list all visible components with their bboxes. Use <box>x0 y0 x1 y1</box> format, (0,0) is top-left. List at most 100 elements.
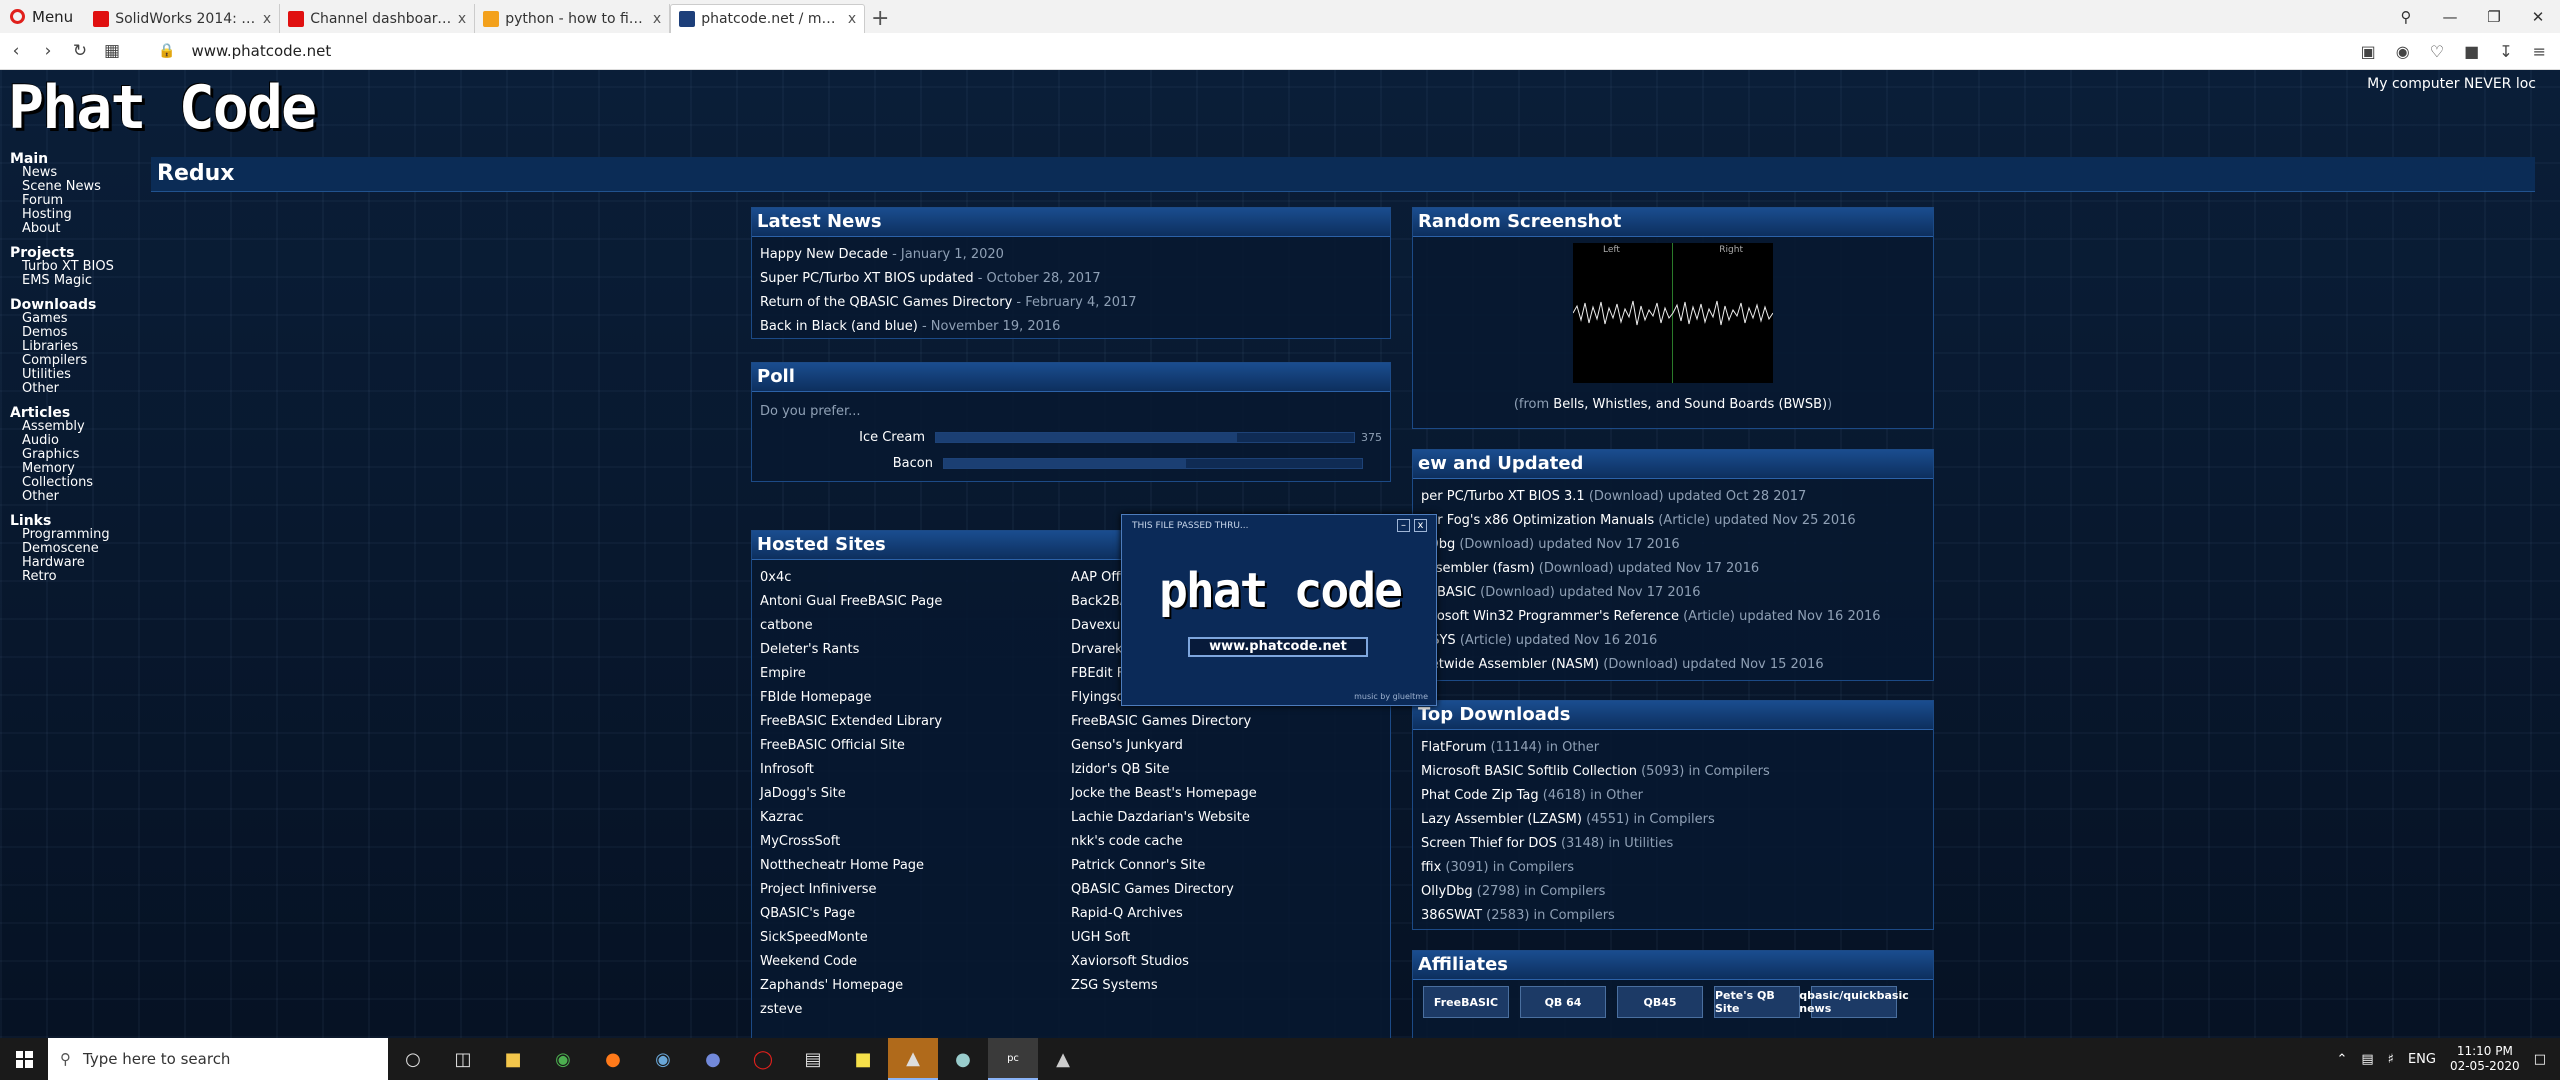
nav-link[interactable]: Memory <box>10 462 114 476</box>
nav-section-title[interactable]: Projects <box>10 246 114 260</box>
hosted-site-link[interactable]: ZSG Systems <box>1071 974 1382 998</box>
screenshot-source-link[interactable]: Bells, Whistles, and Sound Boards (BWSB) <box>1553 397 1827 412</box>
nav-link[interactable]: Assembly <box>10 420 114 434</box>
clock[interactable]: 11:10 PM 02-05-2020 <box>2450 1044 2520 1074</box>
news-headline[interactable]: Super PC/Turbo XT BIOS updated <box>760 271 974 286</box>
search-icon[interactable]: ⚲ <box>2384 0 2428 33</box>
tab-close-icon[interactable]: x <box>848 11 856 27</box>
vlc-icon[interactable]: ▲ <box>1038 1038 1088 1080</box>
nav-link[interactable]: Libraries <box>10 340 114 354</box>
poll-option[interactable]: Ice Cream 375 <box>760 424 1382 450</box>
hosted-site-link[interactable]: catbone <box>760 614 1071 638</box>
nav-link[interactable]: Retro <box>10 570 114 584</box>
tab-channel-dashboard[interactable]: Channel dashboard - YouTube x <box>280 4 476 33</box>
tab-close-icon[interactable]: x <box>458 11 466 27</box>
nav-link[interactable]: Programming <box>10 528 114 542</box>
download-item-name[interactable]: Lazy Assembler (LZASM) <box>1421 812 1582 827</box>
minimize-icon[interactable]: — <box>2428 0 2472 33</box>
forward-icon[interactable]: › <box>32 41 64 61</box>
url-field[interactable]: www.phatcode.net <box>191 42 331 60</box>
nav-section-title[interactable]: Downloads <box>10 298 114 312</box>
close-icon[interactable]: ✕ <box>2516 0 2560 33</box>
opera-icon[interactable]: ◯ <box>738 1038 788 1080</box>
hosted-site-link[interactable]: Weekend Code <box>760 950 1071 974</box>
tab-python-cmake[interactable]: python - how to fix CMake x <box>475 4 671 33</box>
nav-link[interactable]: Other <box>10 490 114 504</box>
sticky-notes-icon[interactable]: ■ <box>838 1038 888 1080</box>
new-item-name[interactable]: icrosoft Win32 Programmer's Reference <box>1421 609 1679 624</box>
hosted-site-link[interactable]: MyCrossSoft <box>760 830 1071 854</box>
firefox-icon[interactable]: ● <box>588 1038 638 1080</box>
hosted-site-link[interactable]: Patrick Connor's Site <box>1071 854 1382 878</box>
adblock-icon[interactable]: ◉ <box>2396 42 2410 61</box>
nav-link[interactable]: Hardware <box>10 556 114 570</box>
snapshot-icon[interactable]: ▣ <box>2361 42 2376 61</box>
hosted-site-link[interactable]: Lachie Dazdarian's Website <box>1071 806 1382 830</box>
hosted-site-link[interactable]: SickSpeedMonte <box>760 926 1071 950</box>
nav-link[interactable]: Demos <box>10 326 114 340</box>
hosted-site-link[interactable]: Notthecheatr Home Page <box>760 854 1071 878</box>
hosted-site-link[interactable]: nkk's code cache <box>1071 830 1382 854</box>
hosted-site-link[interactable]: Zaphands' Homepage <box>760 974 1071 998</box>
chevron-up-icon[interactable]: ⌃ <box>2336 1052 2347 1067</box>
taskbar-search[interactable]: ⚲ Type here to search <box>48 1038 388 1080</box>
nav-link[interactable]: Games <box>10 312 114 326</box>
download-item-name[interactable]: Phat Code Zip Tag <box>1421 788 1539 803</box>
nav-link[interactable]: Demoscene <box>10 542 114 556</box>
download-item-name[interactable]: OllyDbg <box>1421 884 1473 899</box>
news-headline[interactable]: Happy New Decade <box>760 247 888 262</box>
chrome-icon[interactable]: ◉ <box>538 1038 588 1080</box>
tab-solidworks[interactable]: SolidWorks 2014: Machine x <box>85 4 281 33</box>
hosted-site-link[interactable]: UGH Soft <box>1071 926 1382 950</box>
new-item-name[interactable]: per PC/Turbo XT BIOS 3.1 <box>1421 489 1585 504</box>
hosted-site-link[interactable]: Genso's Junkyard <box>1071 734 1382 758</box>
reload-icon[interactable]: ↻ <box>64 41 96 61</box>
hosted-site-link[interactable]: FreeBASIC Extended Library <box>760 710 1071 734</box>
new-tab-button[interactable]: + <box>865 4 895 33</box>
phatcode-icon[interactable]: pc <box>988 1038 1038 1080</box>
discord-icon[interactable]: ● <box>688 1038 738 1080</box>
nav-link[interactable]: About <box>10 222 114 236</box>
affiliate-badge[interactable]: QB45 <box>1617 986 1703 1018</box>
steam-icon[interactable]: ◉ <box>638 1038 688 1080</box>
download-item-name[interactable]: Screen Thief for DOS <box>1421 836 1557 851</box>
download-icon[interactable]: ↧ <box>2499 42 2512 61</box>
nav-link[interactable]: Utilities <box>10 368 114 382</box>
hosted-site-link[interactable]: FreeBASIC Games Directory <box>1071 710 1382 734</box>
hosted-site-link[interactable]: zsteve <box>760 998 1071 1022</box>
nav-link[interactable]: News <box>10 166 114 180</box>
hosted-site-link[interactable]: Empire <box>760 662 1071 686</box>
affiliate-badge[interactable]: QB 64 <box>1520 986 1606 1018</box>
nav-link[interactable]: Turbo XT BIOS <box>10 260 114 274</box>
screenshot-image[interactable]: Left Right <box>1573 243 1773 383</box>
notifications-icon[interactable]: □ <box>2534 1052 2546 1067</box>
hosted-site-link[interactable]: Jocke the Beast's Homepage <box>1071 782 1382 806</box>
poll-option[interactable]: Bacon <box>760 450 1382 476</box>
affiliate-badge[interactable]: Pete's QB Site <box>1714 986 1800 1018</box>
nav-link[interactable]: Scene News <box>10 180 114 194</box>
download-item-name[interactable]: ffix <box>1421 860 1441 875</box>
hosted-site-link[interactable]: Rapid-Q Archives <box>1071 902 1382 926</box>
hosted-site-link[interactable]: QBASIC Games Directory <box>1071 878 1382 902</box>
back-icon[interactable]: ‹ <box>0 41 32 61</box>
hosted-site-link[interactable]: FreeBASIC Official Site <box>760 734 1071 758</box>
easy-setup-icon[interactable]: ≡ <box>2533 42 2546 61</box>
site-logo[interactable]: Phat Code <box>8 78 317 138</box>
file-explorer-icon[interactable]: ■ <box>488 1038 538 1080</box>
tab-close-icon[interactable]: x <box>263 11 271 27</box>
nav-link[interactable]: Audio <box>10 434 114 448</box>
hosted-site-link[interactable]: Antoni Gual FreeBASIC Page <box>760 590 1071 614</box>
visual-studio-icon[interactable]: ▲ <box>888 1038 938 1080</box>
network-icon[interactable]: ▤ <box>2361 1052 2373 1067</box>
nav-link[interactable]: Graphics <box>10 448 114 462</box>
nav-section-title[interactable]: Links <box>10 514 114 528</box>
nav-section-title[interactable]: Articles <box>10 406 114 420</box>
nav-link[interactable]: Other <box>10 382 114 396</box>
opera-menu-button[interactable]: Menu <box>0 0 85 33</box>
speed-dial-icon[interactable]: ▦ <box>96 41 128 61</box>
hosted-site-link[interactable]: 0x4c <box>760 566 1071 590</box>
volume-icon[interactable]: ♯ <box>2388 1052 2394 1067</box>
vpn-icon[interactable]: ■ <box>2464 42 2479 61</box>
restore-icon[interactable]: ❐ <box>2472 0 2516 33</box>
hosted-site-link[interactable]: Kazrac <box>760 806 1071 830</box>
